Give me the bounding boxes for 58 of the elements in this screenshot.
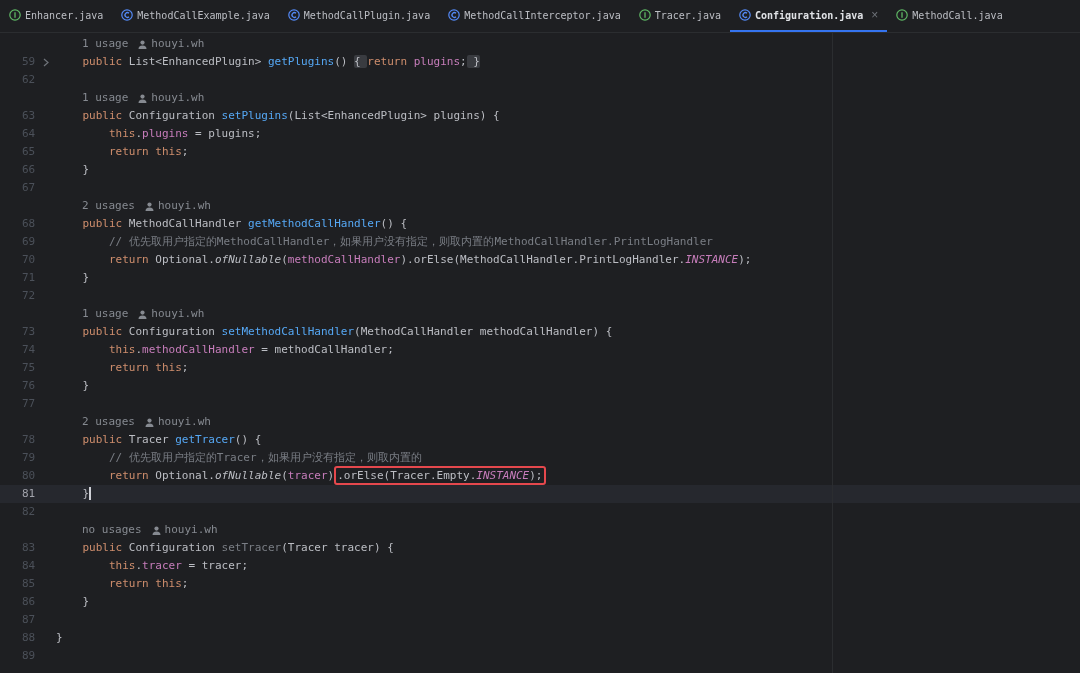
code-line: public Tracer getTracer() { [81, 431, 262, 448]
code-line: } [56, 629, 63, 646]
code-line: return Optional.ofNullable(tracer) .orElse(Tracer.Empty.INSTANCE); [56, 467, 546, 485]
code-line: public MethodCallHandler getMethodCallHandler() { [81, 215, 408, 232]
editor-tab[interactable]: MethodCallPlugin.java [278, 0, 440, 32]
person-icon [145, 201, 154, 211]
code-line: public Configuration setTracer(Tracer tracer) { [81, 539, 394, 556]
chevron-icon[interactable] [42, 57, 50, 67]
editor-tab[interactable]: MethodCallInterceptor.java [439, 0, 630, 32]
code-line: return this; [107, 575, 189, 592]
interface-icon [9, 9, 21, 21]
person-icon [145, 417, 154, 427]
editor-tab[interactable]: MethodCall.java [887, 0, 1012, 32]
line-number: 81 [21, 485, 37, 502]
author-hint[interactable]: houyi.wh [164, 521, 218, 539]
code-line: // 优先取用户指定的MethodCallHandler，如果用户没有指定，则取内置的MethodCallHandler.PrintLogHandler [107, 233, 713, 250]
interface-icon [638, 9, 651, 21]
editor-tab[interactable]: Enhancer.java [0, 0, 113, 32]
highlight-box: .orElse(Tracer.Empty.INSTANCE); [334, 465, 546, 485]
usages-hint[interactable]: 1 usage [82, 305, 129, 323]
code-line: return this; [107, 143, 189, 160]
code-line: this.methodCallHandler = methodCallHandler; [107, 341, 394, 358]
code-line: return this; [107, 359, 189, 376]
usages-hint[interactable]: no usages [82, 521, 142, 539]
usages-hint[interactable]: 1 usage [82, 89, 129, 107]
class-icon [738, 9, 751, 21]
editor-tab[interactable]: Configuration.java × [729, 0, 888, 32]
usages-hint[interactable]: 2 usages [82, 197, 135, 215]
code-line: public Configuration setPlugins(List<EnhancedPlugin> plugins) { [81, 107, 500, 124]
code-line: this.plugins = plugins; [107, 125, 262, 142]
class-icon [287, 9, 300, 21]
class-icon [448, 9, 461, 21]
code-line: } [81, 485, 91, 503]
person-icon [151, 525, 161, 535]
code-line: public Configuration setMethodCallHandler(MethodCallHandler methodCallHandler) { [81, 323, 613, 340]
author-hint[interactable]: houyi.wh [158, 197, 211, 215]
author-hint[interactable]: houyi.wh [151, 89, 205, 107]
person-icon [138, 309, 148, 319]
close-icon[interactable]: × [871, 6, 879, 24]
code-line: // 优先取用户指定的Tracer，如果用户没有指定，则取内置的 [107, 449, 422, 466]
editor-tab[interactable]: MethodCallExample.java [112, 0, 279, 32]
code-line: public List<EnhancedPlugin> getPlugins() { return plugins; } [81, 53, 480, 70]
author-hint[interactable]: houyi.wh [151, 305, 205, 323]
code-line: return Optional.ofNullable(methodCallHandler).orElse(MethodCallHandler.PrintLogHandler.INSTANCE); [107, 251, 752, 268]
class-icon [121, 9, 134, 21]
code-line: this.tracer = tracer; [107, 557, 249, 574]
code-line: } [81, 161, 90, 178]
code-line: } [81, 593, 90, 610]
author-hint[interactable]: houyi.wh [158, 413, 211, 431]
code-line: } [81, 377, 90, 394]
usages-hint[interactable]: 2 usages [82, 413, 135, 431]
interface-icon [896, 9, 909, 21]
author-hint[interactable]: houyi.wh [151, 35, 205, 53]
person-icon [138, 93, 148, 103]
person-icon [138, 39, 148, 49]
code-line: } [81, 269, 90, 286]
editor-tab[interactable]: Tracer.java [629, 0, 730, 32]
usages-hint[interactable]: 1 usage [82, 35, 129, 53]
